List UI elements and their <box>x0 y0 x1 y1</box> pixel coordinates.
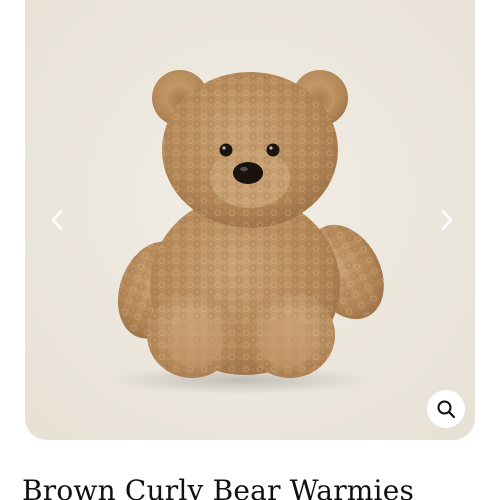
product-page: Brown Curly Bear Warmies <box>0 0 500 500</box>
product-image-gallery[interactable] <box>25 0 475 440</box>
teddy-bear-photo <box>25 0 475 440</box>
chevron-left-icon[interactable] <box>43 205 71 235</box>
product-title: Brown Curly Bear Warmies <box>22 474 415 500</box>
zoom-button[interactable] <box>427 390 465 428</box>
magnifier-icon <box>437 400 456 419</box>
chevron-right-icon[interactable] <box>433 205 461 235</box>
